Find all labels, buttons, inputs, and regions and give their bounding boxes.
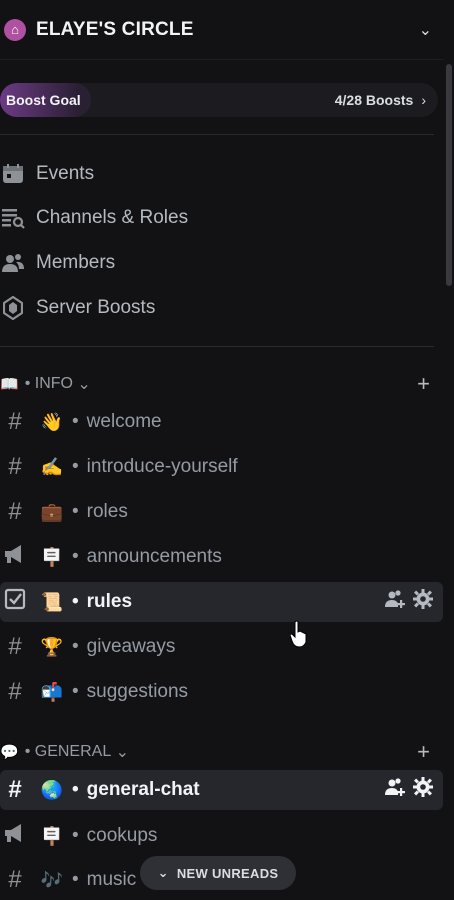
new-unreads-label: NEW UNREADS <box>176 865 279 881</box>
separator-dot: • <box>72 456 79 477</box>
chevron-right-icon: › <box>421 92 426 108</box>
channel-suggestions[interactable]: # 📬 • suggestions <box>0 672 443 712</box>
channels-roles-icon <box>0 205 26 231</box>
channel-emoji: 🪧 <box>40 546 64 567</box>
megaphone-icon <box>2 543 28 572</box>
channel-introduce-yourself[interactable]: # ✍️ • introduce-yourself <box>0 447 443 487</box>
channel-emoji: 🪧 <box>40 825 64 846</box>
gear-icon[interactable] <box>413 777 433 803</box>
channel-rules[interactable]: 📜 • rules <box>0 582 443 622</box>
channel-name: music <box>86 869 137 890</box>
hash-icon: # <box>8 408 22 435</box>
menu-label: Members <box>36 252 116 273</box>
channel-name: suggestions <box>86 681 189 702</box>
book-emoji: 📖 <box>0 376 19 393</box>
channel-welcome[interactable]: # 👋 • welcome <box>0 402 443 442</box>
channel-emoji: 👋 <box>40 411 64 432</box>
channel-emoji: 📜 <box>40 591 64 612</box>
channel-emoji: 💼 <box>40 501 64 522</box>
invite-icon[interactable] <box>385 589 405 615</box>
category-name: INFO <box>34 375 73 392</box>
hash-icon: # <box>8 498 22 525</box>
channel-name: rules <box>86 591 133 612</box>
menu-item-members[interactable]: Members <box>0 244 440 282</box>
hash-icon: # <box>8 776 22 803</box>
chevron-down-icon: ⌄ <box>157 865 169 880</box>
new-unreads-button[interactable]: ⌄ NEW UNREADS <box>140 856 296 890</box>
calendar-icon <box>0 161 26 187</box>
channel-name: cookups <box>86 825 158 846</box>
gear-icon[interactable] <box>413 589 433 615</box>
hash-icon: # <box>8 453 22 480</box>
add-channel-icon[interactable]: + <box>417 739 430 765</box>
channel-roles[interactable]: # 💼 • roles <box>0 492 443 532</box>
invite-icon[interactable] <box>385 777 405 803</box>
separator-dot: • <box>72 591 79 612</box>
members-icon <box>0 250 26 276</box>
channel-name: giveaways <box>86 636 176 657</box>
hash-icon: # <box>8 866 22 893</box>
separator-dot: • <box>72 779 79 800</box>
separator-dot: • <box>72 411 79 432</box>
server-header[interactable]: ⌂ ELAYE'S CIRCLE ⌄ <box>0 0 444 60</box>
separator-dot: • <box>72 681 79 702</box>
boost-goal-bar[interactable]: Boost Goal 4/28 Boosts › <box>0 83 438 117</box>
add-channel-icon[interactable]: + <box>417 371 430 397</box>
category-info[interactable]: 📖 • INFO ⌄ + <box>0 371 440 397</box>
divider <box>0 134 434 135</box>
separator-dot: • <box>72 825 79 846</box>
channel-emoji: ✍️ <box>40 456 64 477</box>
menu-label: Server Boosts <box>36 297 156 318</box>
channel-emoji: 🌏 <box>40 779 64 800</box>
menu-item-server-boosts[interactable]: Server Boosts <box>0 289 440 327</box>
separator-dot: • <box>24 375 31 392</box>
rules-checkbox-icon <box>2 588 28 617</box>
boost-gem-icon <box>0 295 26 321</box>
channel-name: roles <box>86 501 128 522</box>
category-name: GENERAL <box>34 743 112 760</box>
chevron-down-icon: ⌄ <box>77 376 91 393</box>
hash-icon: # <box>8 633 22 660</box>
house-icon: ⌂ <box>4 18 26 41</box>
separator-dot: • <box>72 869 79 890</box>
megaphone-icon <box>2 822 28 851</box>
menu-label: Channels & Roles <box>36 207 189 228</box>
scrollbar-thumb[interactable] <box>446 64 452 286</box>
channel-cookups[interactable]: 🪧 • cookups <box>0 816 443 856</box>
channel-giveaways[interactable]: # 🏆 • giveaways <box>0 627 443 667</box>
hand-cursor-icon <box>289 620 308 648</box>
separator-dot: • <box>72 501 79 522</box>
separator-dot: • <box>24 743 31 760</box>
channel-emoji: 🎶 <box>40 869 64 890</box>
divider <box>0 346 434 347</box>
channel-name: announcements <box>86 546 222 567</box>
channel-emoji: 🏆 <box>40 636 64 657</box>
separator-dot: • <box>72 636 79 657</box>
channel-name: introduce-yourself <box>86 456 238 477</box>
boost-count: 4/28 Boosts <box>334 92 414 108</box>
category-general[interactable]: 💬 • GENERAL ⌄ + <box>0 739 440 765</box>
server-name: ELAYE'S CIRCLE <box>36 18 194 40</box>
channel-name: general-chat <box>86 779 200 800</box>
menu-label: Events <box>36 163 95 184</box>
channel-general-chat[interactable]: # 🌏 • general-chat <box>0 770 443 810</box>
menu-item-events[interactable]: Events <box>0 155 440 193</box>
boost-goal-label: Boost Goal <box>0 83 91 117</box>
chevron-down-icon[interactable]: ⌄ <box>419 20 432 40</box>
menu-item-channels-roles[interactable]: Channels & Roles <box>0 199 440 237</box>
channel-announcements[interactable]: 🪧 • announcements <box>0 537 443 577</box>
speech-bubble-emoji: 💬 <box>0 744 19 761</box>
chevron-down-icon: ⌄ <box>115 744 130 761</box>
channel-emoji: 📬 <box>40 681 64 702</box>
separator-dot: • <box>72 546 79 567</box>
channel-name: welcome <box>86 411 162 432</box>
hash-icon: # <box>8 678 22 705</box>
